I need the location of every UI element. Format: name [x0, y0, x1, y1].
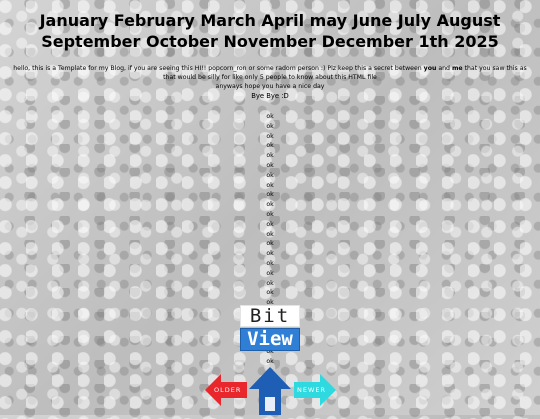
ok-item: ok	[266, 220, 274, 228]
newer-button[interactable]: NEWER	[294, 374, 336, 406]
ok-item: ok	[266, 259, 274, 267]
intro-me: me	[451, 65, 463, 72]
ok-item: ok	[266, 210, 274, 218]
intro-you: you	[423, 65, 437, 72]
home-button[interactable]	[249, 367, 291, 415]
page-title: January February March April may June Ju…	[39, 11, 501, 51]
ok-item: ok	[266, 171, 274, 179]
older-label: OLDER	[214, 386, 242, 394]
ok-item: ok	[266, 201, 274, 209]
intro-and: and	[436, 65, 452, 72]
ok-item: ok	[266, 161, 274, 169]
older-button[interactable]: OLDER	[205, 374, 247, 406]
ok-item: ok	[266, 152, 274, 160]
home-icon	[249, 367, 291, 415]
ok-item: ok	[266, 240, 274, 248]
ok-list: ok ok ok ok ok ok ok ok ok ok ok ok ok ok ok ok ok ok ok ok…	[0, 112, 540, 406]
ok-item: ok	[266, 113, 274, 120]
ok-item: ok	[266, 122, 274, 130]
intro-line1-part1: hello, this is a Template for my Blog, i…	[13, 65, 424, 72]
ok-item: ok	[266, 191, 274, 199]
ok-item: ok	[266, 289, 274, 297]
ok-item: ok	[266, 357, 274, 365]
bitview-logo-bottom: View	[240, 328, 300, 351]
ok-item: ok	[266, 269, 274, 277]
bitview-logo-top: Bit	[240, 305, 300, 327]
newer-label: NEWER	[297, 386, 327, 394]
ok-item: ok	[266, 279, 274, 287]
intro-line2: anyways hope you have a nice day	[215, 83, 325, 90]
bye-text: Bye Bye :D	[251, 92, 289, 100]
intro-text: hello, this is a Template for my Blog, i…	[6, 64, 534, 91]
ok-item: ok	[266, 230, 274, 238]
bitview-logo[interactable]: Bit View	[240, 305, 300, 351]
ok-item: ok	[266, 132, 274, 140]
ok-item: ok	[266, 181, 274, 189]
ok-item: ok	[266, 142, 274, 150]
ok-item: ok	[266, 250, 274, 258]
